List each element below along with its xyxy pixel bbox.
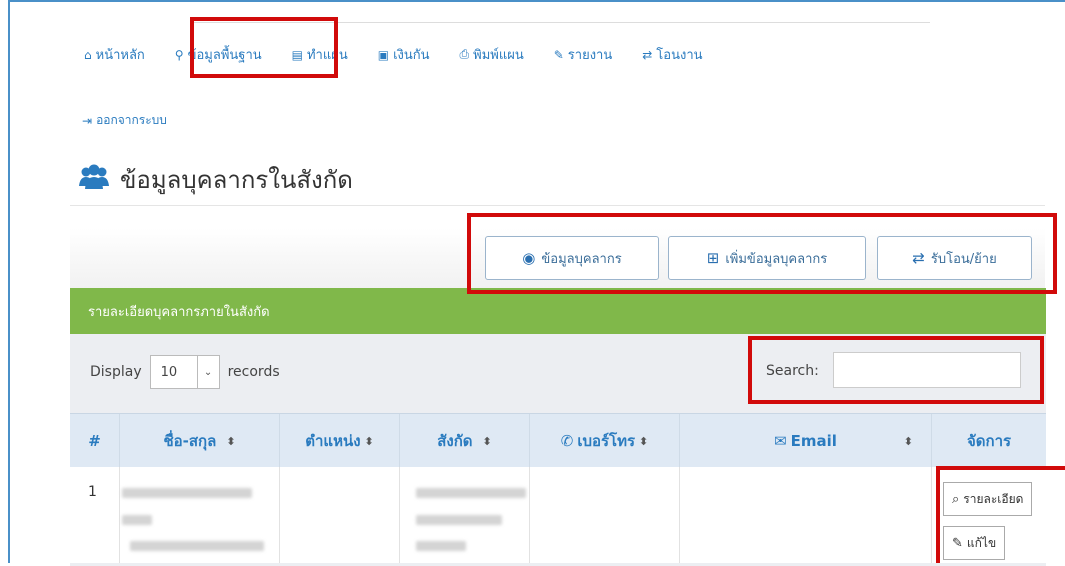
list-icon: ▤: [291, 47, 303, 62]
cell-number: [70, 467, 120, 563]
sort-icon: ⬍: [364, 434, 374, 448]
column-position-label: ตำแหน่ง: [305, 432, 361, 450]
redacted-affiliation: [416, 488, 526, 498]
receive-transfer-label: รับโอน/ย้าย: [930, 251, 997, 267]
column-header-phone[interactable]: ✆ เบอร์โทร ⬍: [530, 414, 680, 468]
nav-plan[interactable]: ▤ ทำแผน: [292, 44, 348, 65]
receive-transfer-button[interactable]: ⇄ รับโอน/ย้าย: [877, 236, 1032, 280]
logout-label: ออกจากระบบ: [96, 113, 167, 127]
column-affiliation-label: สังกัด: [437, 432, 473, 450]
pencil-icon: ✎: [553, 47, 564, 62]
page-title-text: ข้อมูลบุคลากรในสังกัด: [120, 166, 353, 194]
sign-out-icon: ⇥: [82, 113, 93, 128]
records-label: records: [227, 364, 280, 380]
search-label: Search:: [766, 363, 819, 379]
nav-transfer-label: โอนงาน: [656, 48, 703, 63]
nav-home[interactable]: ⌂ หน้าหลัก: [84, 44, 145, 65]
column-actions-label: จัดการ: [966, 432, 1012, 450]
top-divider: [190, 22, 930, 23]
column-header-affiliation[interactable]: สังกัด ⬍: [400, 414, 530, 468]
sort-icon: ⬍: [639, 434, 649, 448]
column-phone-label: เบอร์โทร: [577, 432, 636, 450]
redacted-affiliation: [416, 515, 502, 525]
add-staff-button[interactable]: ⊞ เพิ่มข้อมูลบุคลากร: [668, 236, 866, 280]
cell-email: [680, 467, 932, 563]
row-number: 1: [88, 484, 97, 500]
nav-print-plan-label: พิมพ์แผน: [473, 48, 524, 63]
redacted-name: [130, 541, 264, 551]
table-header: # ชื่อ-สกุล ⬍ ตำแหน่ง ⬍ สังกัด ⬍ ✆ เบอร์…: [70, 413, 1046, 468]
staff-info-label: ข้อมูลบุคลากร: [541, 251, 622, 267]
plus-square-icon: ⊞: [706, 249, 720, 267]
sort-icon: ⬍: [226, 434, 236, 448]
column-number-label: #: [88, 432, 101, 450]
search-icon: ⌕: [952, 491, 960, 507]
nav-home-label: หน้าหลัก: [95, 48, 145, 63]
edit-label: แก้ไข: [966, 535, 997, 550]
redacted-affiliation: [416, 541, 466, 551]
envelope-icon: ✉: [774, 432, 787, 450]
panel-heading: รายละเอียดบุคลากรภายในสังกัด: [70, 288, 1046, 334]
column-header-actions: จัดการ: [932, 414, 1046, 468]
exchange-icon: ⇄: [912, 249, 925, 267]
display-label: Display: [90, 364, 142, 380]
print-icon: ⎙: [459, 47, 470, 61]
title-divider: [70, 205, 1045, 206]
detail-label: รายละเอียด: [963, 491, 1024, 506]
column-header-number: #: [70, 414, 120, 468]
phone-icon: ✆: [560, 432, 574, 450]
search-input[interactable]: [833, 352, 1021, 388]
column-email-label: Email: [790, 432, 837, 450]
page-size-value: 10: [160, 364, 178, 380]
cell-position: [280, 467, 400, 563]
nav-basic-info[interactable]: ⚲ ข้อมูลพื้นฐาน: [175, 44, 262, 65]
nav-reserve-fund-label: เงินกัน: [393, 48, 430, 63]
sort-icon: ⬍: [482, 434, 492, 448]
user-circle-icon: ◉: [522, 249, 536, 267]
column-header-email[interactable]: ✉ Email ⬍: [680, 414, 932, 468]
chevron-down-icon: ⌄: [196, 356, 219, 388]
nav-reserve-fund[interactable]: ▣ เงินกัน: [378, 44, 430, 65]
nav-basic-info-label: ข้อมูลพื้นฐาน: [187, 48, 262, 63]
nav-print-plan[interactable]: ⎙ พิมพ์แผน: [460, 44, 524, 65]
nav-report-label: รายงาน: [567, 48, 613, 63]
page-size-select[interactable]: 10 ⌄: [149, 355, 220, 389]
column-name-label: ชื่อ-สกุล: [163, 432, 217, 450]
page-size-control: Display 10 ⌄ records: [90, 355, 280, 389]
add-staff-label: เพิ่มข้อมูลบุคลากร: [725, 251, 828, 267]
column-header-name[interactable]: ชื่อ-สกุล ⬍: [120, 414, 280, 468]
nav-report[interactable]: ✎ รายงาน: [554, 44, 613, 65]
edit-button[interactable]: ✎ แก้ไข: [943, 526, 1006, 560]
logout-link[interactable]: ⇥ ออกจากระบบ: [82, 111, 167, 130]
map-marker-icon: ⚲: [174, 47, 184, 62]
money-icon: ▣: [377, 47, 390, 62]
panel-heading-text: รายละเอียดบุคลากรภายในสังกัด: [88, 304, 270, 320]
home-icon: ⌂: [84, 47, 92, 62]
main-nav: ⌂ หน้าหลัก ⚲ ข้อมูลพื้นฐาน ▤ ทำแผน ▣ เงิ…: [84, 44, 733, 65]
redacted-name: [122, 515, 152, 525]
users-icon: [78, 164, 110, 196]
exchange-icon: ⇄: [642, 47, 653, 62]
cell-phone: [530, 467, 680, 563]
column-header-position[interactable]: ตำแหน่ง ⬍: [280, 414, 400, 468]
page-title: ข้อมูลบุคลากรในสังกัด: [78, 160, 353, 199]
nav-transfer[interactable]: ⇄ โอนงาน: [642, 44, 702, 65]
nav-plan-label: ทำแผน: [306, 48, 348, 63]
detail-button[interactable]: ⌕ รายละเอียด: [943, 482, 1033, 516]
redacted-name: [122, 488, 252, 498]
sort-icon: ⬍: [903, 434, 913, 448]
edit-icon: ✎: [952, 535, 963, 551]
staff-info-button[interactable]: ◉ ข้อมูลบุคลากร: [485, 236, 659, 280]
